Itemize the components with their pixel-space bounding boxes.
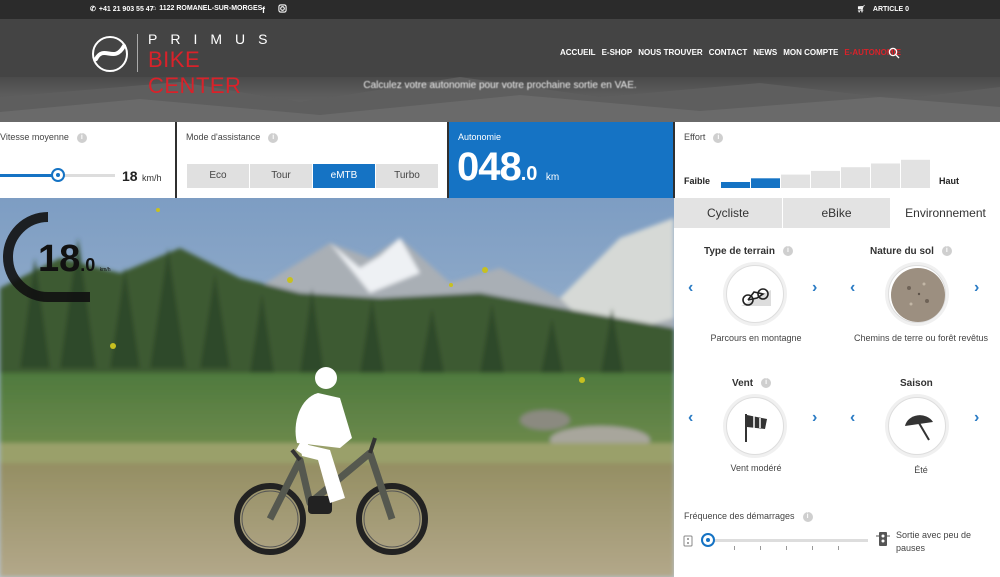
vent-option[interactable] [726, 397, 784, 455]
sol-option[interactable] [888, 265, 946, 323]
autonomy-panel: Autonomie 048.0 km [449, 122, 673, 198]
frequency-slider-track[interactable] [701, 533, 868, 547]
mode-emtb-button[interactable]: eMTB [313, 164, 375, 188]
gauge-value: 18.0 km/h [38, 238, 111, 280]
vent-caption: Vent modéré [730, 463, 782, 473]
effort-bar [841, 167, 870, 188]
logo-swirl-icon [92, 36, 128, 72]
nav-item-nous-trouver[interactable]: NOUS TROUVER [638, 48, 702, 57]
frequency-tick [734, 546, 735, 550]
saison-caption: Été [914, 465, 928, 475]
info-icon[interactable]: i [268, 132, 279, 143]
frequency-tick [812, 546, 813, 550]
nav-item-e-shop[interactable]: E-SHOP [602, 48, 633, 57]
effort-low-label: Faible [684, 176, 711, 186]
frequency-tick [838, 546, 839, 550]
frequency-tick [786, 546, 787, 550]
info-icon[interactable]: i [802, 511, 813, 522]
terrain-option[interactable] [726, 265, 784, 323]
terrain-title: Type de terrain i [704, 246, 793, 257]
phone-text: +41 21 903 55 47 [98, 5, 154, 13]
effort-bar [751, 178, 780, 188]
top-bar: ✆ +41 21 903 55 47 ⌂ 1122 ROMANEL-SUR-MO… [0, 0, 1000, 19]
effort-bar [721, 182, 750, 188]
sol-caption: Chemins de terre ou forêt revêtus [853, 333, 989, 343]
traffic-light-icon [683, 535, 693, 547]
cart-icon: 🛒︎ [857, 6, 866, 13]
main-nav: ACCUEIL E-SHOP NOUS TROUVER CONTACT NEWS MON … [560, 48, 907, 57]
info-icon[interactable]: i [782, 246, 793, 257]
effort-bar [901, 159, 930, 188]
info-icon[interactable]: i [941, 246, 952, 257]
logo-line2: BIKE CENTER [148, 47, 242, 98]
info-icon[interactable]: i [761, 378, 772, 389]
effort-bar [781, 174, 810, 188]
vent-next-chevron-icon[interactable]: › [812, 410, 817, 426]
effort-meter [721, 159, 930, 188]
autonomy-label: Autonomie [458, 132, 502, 142]
frequency-right-label: Sortie avec peu de pauses [896, 530, 972, 553]
traffic-light-solid-icon [876, 532, 890, 546]
logo-divider [137, 34, 138, 72]
mode-turbo-button[interactable]: Turbo [376, 164, 438, 188]
mountain-bike-icon [741, 288, 771, 306]
saison-option[interactable] [888, 397, 946, 455]
settings-panel: Cycliste eBike Environnement Type de ter… [674, 198, 1000, 577]
speed-panel: Vitesse moyenne i 18 km/h [0, 122, 175, 198]
sol-title: Nature du sol i [870, 246, 952, 257]
nav-item-contact[interactable]: CONTACT [709, 48, 748, 57]
effort-bar [871, 163, 900, 188]
saison-prev-chevron-icon[interactable]: ‹ [850, 410, 855, 426]
tab-environnement[interactable]: Environnement [891, 198, 1000, 228]
cart-link[interactable]: 🛒︎ ARTICLE 0 [857, 5, 910, 14]
autonomy-value: 048.0 km [457, 145, 560, 189]
mode-label: Mode d'assistance i [186, 132, 279, 143]
facebook-icon[interactable]: f [262, 5, 265, 15]
speed-slider-handle[interactable] [50, 168, 65, 182]
instagram-icon[interactable] [278, 4, 287, 13]
home-icon: ⌂ [152, 5, 157, 12]
mode-tour-button[interactable]: Tour [250, 164, 312, 188]
effort-label: Effort i [684, 132, 724, 143]
saison-next-chevron-icon[interactable]: › [974, 410, 979, 426]
speed-value: 18 km/h [122, 168, 162, 184]
effort-panel: Effort i Faible Haut [675, 122, 1000, 198]
tab-ebike[interactable]: eBike [783, 198, 890, 228]
parasol-icon [905, 415, 933, 441]
effort-high-label: Haut [939, 176, 959, 186]
frequency-tick [760, 546, 761, 550]
mode-eco-button[interactable]: Eco [187, 164, 249, 188]
logo-line1: PRIMUS [148, 31, 281, 47]
windsock-icon [745, 414, 767, 442]
terrain-prev-chevron-icon[interactable]: ‹ [688, 280, 693, 296]
nav-item-news[interactable]: NEWS [753, 48, 777, 57]
address-text: 1122 ROMANEL-SUR-MORGES [159, 5, 263, 12]
scene-illustration: 18.0 km/h [0, 198, 674, 577]
terrain-next-chevron-icon[interactable]: › [812, 280, 817, 296]
nav-item-accueil[interactable]: ACCUEIL [560, 48, 596, 57]
saison-title: Saison [900, 378, 933, 389]
phone-icon: ✆ [90, 6, 96, 13]
nav-item-mon-compte[interactable]: MON COMPTE [783, 48, 838, 57]
sol-next-chevron-icon[interactable]: › [974, 280, 979, 296]
dirt-ground-icon [891, 268, 945, 322]
sol-prev-chevron-icon[interactable]: ‹ [850, 280, 855, 296]
speed-slider-track[interactable] [0, 168, 115, 182]
vent-prev-chevron-icon[interactable]: ‹ [688, 410, 693, 426]
phone-link[interactable]: ✆ +41 21 903 55 47 [90, 5, 154, 14]
info-icon[interactable]: i [76, 132, 87, 143]
address-link[interactable]: ⌂ 1122 ROMANEL-SUR-MORGES [152, 5, 262, 12]
search-icon[interactable] [888, 47, 900, 59]
cart-text: ARTICLE 0 [872, 5, 910, 13]
vent-title: Vent i [732, 378, 772, 389]
terrain-caption: Parcours en montagne [710, 333, 802, 343]
brand-logo[interactable]: PRIMUS BIKE CENTER [90, 31, 300, 98]
tab-cycliste[interactable]: Cycliste [674, 198, 782, 228]
info-icon[interactable]: i [713, 132, 724, 143]
frequency-label: Fréquence des démarrages i [684, 511, 813, 522]
frequency-slider-handle[interactable] [701, 533, 715, 547]
effort-bar [811, 170, 840, 188]
speed-label: Vitesse moyenne i [0, 132, 87, 143]
